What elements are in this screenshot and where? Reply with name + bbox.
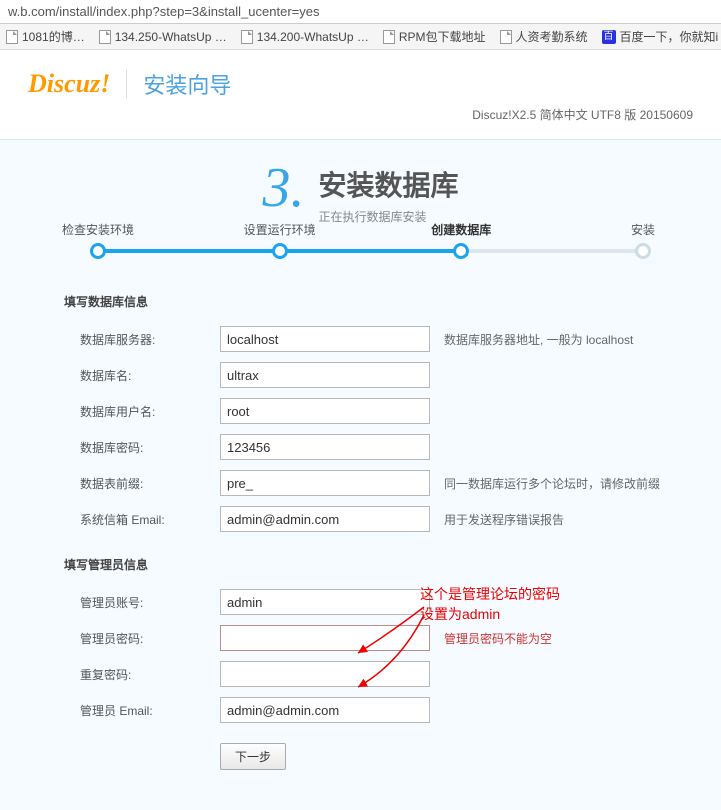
page-icon [6, 30, 18, 44]
db-user-input[interactable] [220, 398, 430, 424]
bookmark-bar: 1081的博… 134.250-WhatsUp … 134.200-WhatsU… [0, 24, 721, 50]
db-prefix-hint: 同一数据库运行多个论坛时，请修改前缀 [444, 475, 660, 492]
db-user-label: 数据库用户名: [80, 403, 220, 420]
system-email-input[interactable] [220, 506, 430, 532]
discuz-logo: Discuz! [28, 69, 110, 99]
progress-bar: 检查安装环境 设置运行环境 创建数据库 安装 [90, 249, 651, 253]
db-name-label: 数据库名: [80, 367, 220, 384]
admin-section-title: 填写管理员信息 [64, 556, 721, 573]
progress-label: 创建数据库 [431, 221, 491, 238]
circle-icon [453, 243, 469, 259]
row-system-email: 系统信箱 Email: 用于发送程序错误报告 [80, 506, 721, 532]
page-icon [383, 30, 395, 44]
system-email-label: 系统信箱 Email: [80, 511, 220, 528]
bookmark-label: RPM包下载地址 [399, 28, 486, 45]
annotation-text: 这个是管理论坛的密码 设置为admin [420, 585, 560, 624]
logo-exclamation: ! [100, 69, 110, 98]
bookmark-label: 1081的博… [22, 28, 85, 45]
circle-icon [635, 243, 651, 259]
bookmark-item[interactable]: RPM包下载地址 [383, 28, 486, 45]
bookmark-item[interactable]: 134.250-WhatsUp … [99, 30, 227, 44]
step-header: 3. 安装数据库 正在执行数据库安装 [0, 160, 721, 225]
admin-repassword-label: 重复密码: [80, 666, 220, 683]
bookmark-label: 百度一下，你就知i [620, 28, 719, 45]
bookmark-item[interactable]: 134.200-WhatsUp … [241, 30, 369, 44]
row-db-name: 数据库名: [80, 362, 721, 388]
step-number: 3. [262, 160, 304, 216]
wizard-title: 安装向导 [143, 68, 231, 100]
progress-node-create-db: 创建数据库 [453, 243, 469, 259]
page: Discuz! 安装向导 Discuz!X2.5 简体中文 UTF8 版 201… [0, 50, 721, 810]
page-icon [241, 30, 253, 44]
admin-email-input[interactable] [220, 697, 430, 723]
admin-repassword-input[interactable] [220, 661, 430, 687]
admin-email-label: 管理员 Email: [80, 702, 220, 719]
next-step-button[interactable]: 下一步 [220, 743, 286, 770]
row-admin-repassword: 重复密码: [80, 661, 721, 687]
admin-account-input[interactable] [220, 589, 430, 615]
bookmark-item[interactable]: 百 百度一下，你就知i [602, 28, 719, 45]
admin-password-input[interactable] [220, 625, 430, 651]
header: Discuz! 安装向导 [0, 50, 721, 106]
row-db-password: 数据库密码: [80, 434, 721, 460]
db-name-input[interactable] [220, 362, 430, 388]
db-prefix-input[interactable] [220, 470, 430, 496]
bookmark-label: 134.200-WhatsUp … [257, 30, 369, 44]
admin-password-error: 管理员密码不能为空 [444, 630, 552, 647]
db-prefix-label: 数据表前缀: [80, 475, 220, 492]
logo-text: Discuz [28, 69, 100, 98]
bookmark-label: 人资考勤系统 [516, 28, 588, 45]
version-text: Discuz!X2.5 简体中文 UTF8 版 20150609 [0, 106, 721, 139]
install-form: 填写数据库信息 数据库服务器: 数据库服务器地址, 一般为 localhost … [0, 293, 721, 770]
url-text: w.b.com/install/index.php?step=3&install… [8, 4, 319, 19]
bookmark-item[interactable]: 人资考勤系统 [500, 28, 588, 45]
url-bar[interactable]: w.b.com/install/index.php?step=3&install… [0, 0, 721, 24]
admin-account-label: 管理员账号: [80, 594, 220, 611]
progress-node-env-set: 设置运行环境 [272, 243, 288, 259]
db-server-input[interactable] [220, 326, 430, 352]
baidu-icon: 百 [602, 30, 616, 44]
main-area: 3. 安装数据库 正在执行数据库安装 检查安装环境 设置运行环境 [0, 139, 721, 810]
progress-node-install: 安装 [635, 243, 651, 259]
admin-password-label: 管理员密码: [80, 630, 220, 647]
progress-label: 检查安装环境 [62, 221, 134, 238]
circle-icon [90, 243, 106, 259]
row-db-user: 数据库用户名: [80, 398, 721, 424]
bookmark-item[interactable]: 1081的博… [6, 28, 85, 45]
row-db-prefix: 数据表前缀: 同一数据库运行多个论坛时，请修改前缀 [80, 470, 721, 496]
progress-label: 设置运行环境 [244, 221, 316, 238]
row-admin-password: 管理员密码: 管理员密码不能为空 [80, 625, 721, 651]
circle-icon [272, 243, 288, 259]
row-db-server: 数据库服务器: 数据库服务器地址, 一般为 localhost [80, 326, 721, 352]
db-password-input[interactable] [220, 434, 430, 460]
db-password-label: 数据库密码: [80, 439, 220, 456]
db-section-title: 填写数据库信息 [64, 293, 721, 310]
step-title: 安装数据库 [318, 164, 458, 204]
progress-node-env-check: 检查安装环境 [90, 243, 106, 259]
page-icon [99, 30, 111, 44]
progress-label: 安装 [631, 221, 655, 238]
system-email-hint: 用于发送程序错误报告 [444, 511, 564, 528]
row-admin-account: 管理员账号: [80, 589, 721, 615]
row-admin-email: 管理员 Email: [80, 697, 721, 723]
divider-icon [126, 70, 127, 98]
db-server-hint: 数据库服务器地址, 一般为 localhost [444, 331, 633, 348]
bookmark-label: 134.250-WhatsUp … [115, 30, 227, 44]
db-server-label: 数据库服务器: [80, 331, 220, 348]
page-icon [500, 30, 512, 44]
